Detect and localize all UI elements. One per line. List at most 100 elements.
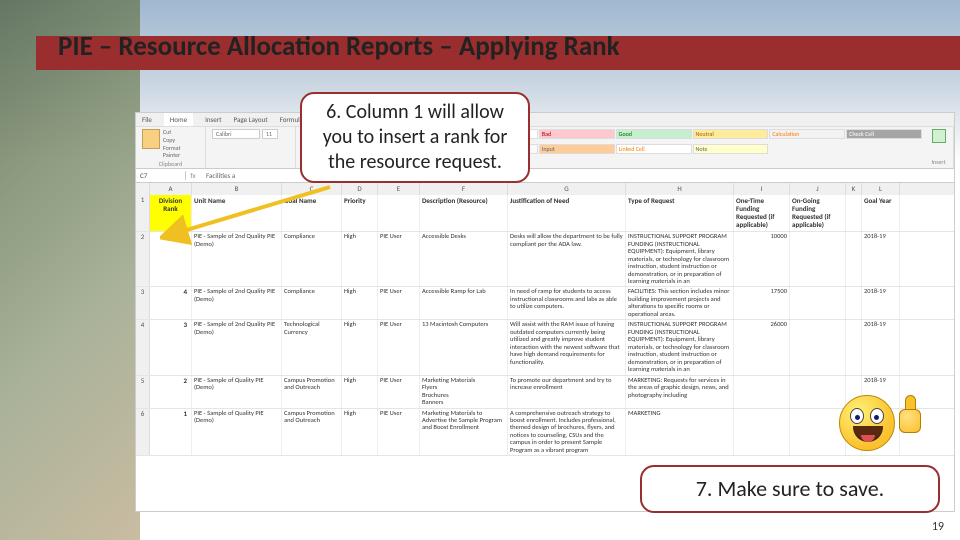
unit-cell[interactable]: PIE - Sample of 2nd Quality PIE (Demo) [192, 320, 282, 374]
row-number[interactable]: 3 [136, 287, 150, 319]
type-cell[interactable]: FACILITIES: This section includes minor … [626, 287, 734, 319]
onetime-cell[interactable]: 26000 [734, 320, 790, 374]
goal-cell[interactable]: Campus Promotion and Outreach [282, 409, 342, 456]
desc-cell[interactable]: Accessible Desks [420, 232, 508, 286]
priority-cell[interactable]: High [342, 320, 378, 374]
unit-cell[interactable]: PIE - Sample of 2nd Quality PIE (Demo) [192, 287, 282, 319]
fx-icon[interactable]: fx [186, 171, 200, 180]
justif-cell[interactable]: In need of ramp for students to access i… [508, 287, 626, 319]
unit-cell[interactable]: PIE - Sample of Quality PIE (Demo) [192, 376, 282, 408]
font-size-selector[interactable]: 11 [262, 129, 278, 139]
col-header-j[interactable]: J [790, 183, 846, 195]
tab-insert[interactable]: Insert [205, 115, 221, 124]
justif-cell[interactable]: Desks will allow the department to be fu… [508, 232, 626, 286]
rank-cell[interactable]: 2 [150, 376, 192, 408]
owner-cell[interactable]: PIE User [378, 232, 420, 286]
onetime-header[interactable]: One-Time Funding Requested (if applicabl… [734, 195, 790, 231]
style-cell-note[interactable]: Note [693, 144, 769, 154]
goal-cell[interactable]: Campus Promotion and Outreach [282, 376, 342, 408]
owner-cell[interactable]: PIE User [378, 320, 420, 374]
goal-cell[interactable]: Compliance [282, 287, 342, 319]
font-selector[interactable]: Calibri [212, 129, 260, 139]
priority-cell[interactable]: High [342, 287, 378, 319]
style-cell-check-cell[interactable]: Check Cell [846, 129, 922, 139]
year-cell[interactable]: 2018-19 [862, 287, 900, 319]
onetime-cell[interactable] [734, 409, 790, 456]
ribbon-group-clipboard: Cut Copy Format Painter Clipboard [136, 127, 206, 168]
justif-cell[interactable]: A comprehensive outreach strategy to boo… [508, 409, 626, 456]
ongoing-cell[interactable] [790, 287, 846, 319]
unit-cell[interactable]: PIE - Sample of Quality PIE (Demo) [192, 409, 282, 456]
priority-cell[interactable]: High [342, 232, 378, 286]
rank-cell[interactable]: 3 [150, 320, 192, 374]
tab-home[interactable]: Home [164, 113, 193, 126]
col-header-e[interactable]: E [378, 183, 420, 195]
priority-cell[interactable]: High [342, 409, 378, 456]
year-cell[interactable]: 2018-19 [862, 232, 900, 286]
desc-cell[interactable]: Marketing Materials to Advertise the Sam… [420, 409, 508, 456]
desc-cell[interactable]: 13 Macintosh Computers [420, 320, 508, 374]
ongoing-cell[interactable] [790, 409, 846, 456]
k-cell[interactable] [846, 320, 862, 374]
priority-cell[interactable]: High [342, 376, 378, 408]
style-cell-good[interactable]: Good [616, 129, 692, 139]
row-number[interactable]: 2 [136, 232, 150, 286]
justif-header[interactable]: Justification of Need [508, 195, 626, 231]
onetime-cell[interactable] [734, 376, 790, 408]
col-header-g[interactable]: G [508, 183, 626, 195]
happy-thumbs-up-emoji [839, 395, 925, 451]
col-header-h[interactable]: H [626, 183, 734, 195]
format-painter-button[interactable]: Format Painter [163, 145, 199, 161]
col-header-d[interactable]: D [342, 183, 378, 195]
page-number: 19 [932, 520, 944, 534]
insert-cell-icon[interactable] [932, 129, 946, 143]
type-cell[interactable]: INSTRUCTIONAL SUPPORT PROGRAM FUNDING (I… [626, 232, 734, 286]
desc-header[interactable]: Description (Resource) [420, 195, 508, 231]
year-header[interactable]: Goal Year [862, 195, 900, 231]
k-cell[interactable] [846, 232, 862, 286]
row-number[interactable]: 6 [136, 409, 150, 456]
onetime-cell[interactable]: 10000 [734, 232, 790, 286]
col-header-i[interactable]: I [734, 183, 790, 195]
ongoing-cell[interactable] [790, 320, 846, 374]
type-cell[interactable]: MARKETING: Requests for services in the … [626, 376, 734, 408]
style-cell-input[interactable]: Input [539, 144, 615, 154]
col-header-f[interactable]: F [420, 183, 508, 195]
desc-cell[interactable]: Marketing Materials Flyers Brochures Ban… [420, 376, 508, 408]
owner-cell[interactable]: PIE User [378, 376, 420, 408]
style-cell-calculation[interactable]: Calculation [769, 129, 845, 139]
owner-cell[interactable]: PIE User [378, 409, 420, 456]
name-box[interactable]: C7 [136, 171, 186, 180]
justif-cell[interactable]: Will assist with the RAM issue of having… [508, 320, 626, 374]
ongoing-cell[interactable] [790, 376, 846, 408]
style-cell-linked-cell[interactable]: Linked Cell [616, 144, 692, 154]
ongoing-header[interactable]: On-Going Funding Requested (if applicabl… [790, 195, 846, 231]
tab-file[interactable]: File [142, 115, 152, 124]
paste-icon[interactable] [142, 129, 160, 149]
table-row: 61PIE - Sample of Quality PIE (Demo)Camp… [136, 409, 954, 457]
goal-cell[interactable]: Technological Currency [282, 320, 342, 374]
justif-cell[interactable]: To promote our department and try to inc… [508, 376, 626, 408]
type-cell[interactable]: INSTRUCTIONAL SUPPORT PROGRAM FUNDING (I… [626, 320, 734, 374]
owner-header[interactable] [378, 195, 420, 231]
year-cell[interactable]: 2018-19 [862, 320, 900, 374]
callout-step-6: 6. Column 1 will allow you to insert a r… [300, 92, 530, 183]
col-header-l[interactable]: L [862, 183, 900, 195]
style-cell-bad[interactable]: Bad [539, 129, 615, 139]
type-header[interactable]: Type of Request [626, 195, 734, 231]
row-number[interactable]: 4 [136, 320, 150, 374]
type-cell[interactable]: MARKETING [626, 409, 734, 456]
col-k-header[interactable] [846, 195, 862, 231]
k-cell[interactable] [846, 287, 862, 319]
row-number[interactable]: 5 [136, 376, 150, 408]
rank-cell[interactable]: 4 [150, 287, 192, 319]
ongoing-cell[interactable] [790, 232, 846, 286]
owner-cell[interactable]: PIE User [378, 287, 420, 319]
onetime-cell[interactable]: 17500 [734, 287, 790, 319]
priority-header[interactable]: Priority [342, 195, 378, 231]
desc-cell[interactable]: Accessible Ramp for Lab [420, 287, 508, 319]
col-header-k[interactable]: K [846, 183, 862, 195]
style-cell-neutral[interactable]: Neutral [693, 129, 769, 139]
tab-pagelayout[interactable]: Page Layout [234, 115, 268, 124]
rank-cell[interactable]: 1 [150, 409, 192, 456]
